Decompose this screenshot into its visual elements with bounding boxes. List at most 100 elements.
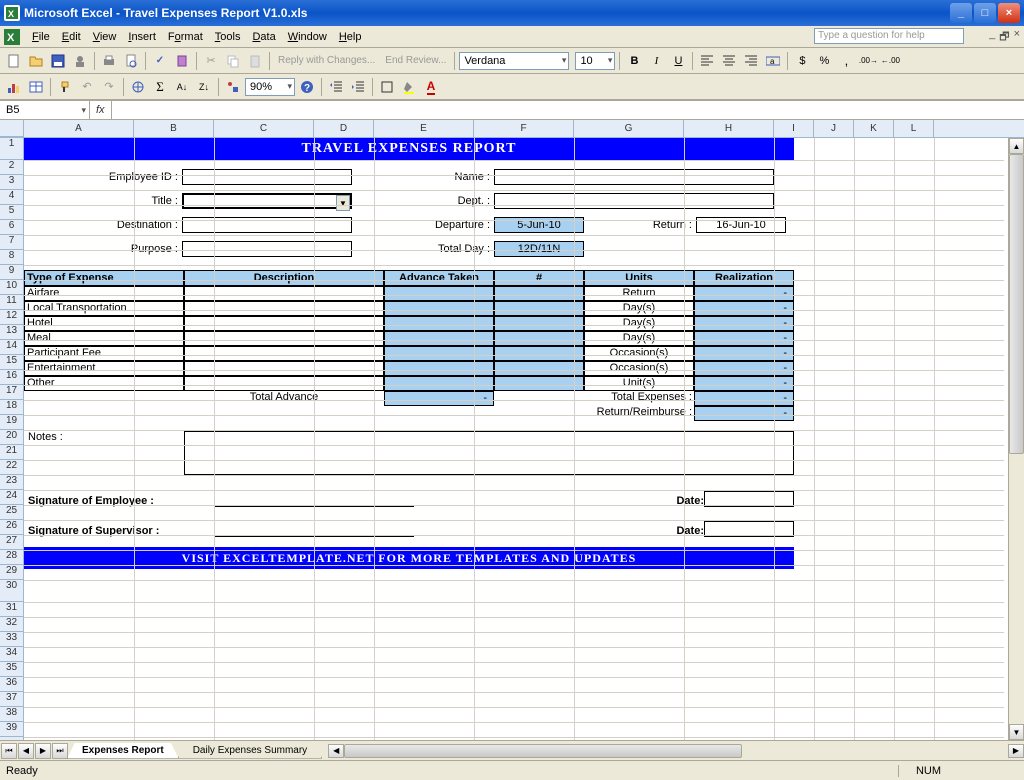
tab-daily-summary[interactable]: Daily Expenses Summary: [178, 743, 322, 759]
cell-advance[interactable]: [384, 301, 494, 316]
rowhead-17[interactable]: 17: [0, 385, 23, 400]
cell-type[interactable]: Hotel: [24, 316, 184, 331]
vertical-scrollbar[interactable]: ▲ ▼: [1008, 138, 1024, 740]
colhead-K[interactable]: K: [854, 120, 894, 137]
permissions-button[interactable]: [70, 51, 90, 71]
cell-advance[interactable]: [384, 331, 494, 346]
menu-format[interactable]: Format: [162, 29, 209, 45]
currency-button[interactable]: $: [792, 51, 812, 71]
format-painter-button[interactable]: [55, 77, 75, 97]
borders-button[interactable]: [377, 77, 397, 97]
rowhead-16[interactable]: 16: [0, 370, 23, 385]
help-button[interactable]: ?: [297, 77, 317, 97]
copy-button[interactable]: [223, 51, 243, 71]
scroll-thumb[interactable]: [1009, 154, 1024, 454]
rowhead-3[interactable]: 3: [0, 175, 23, 190]
cell-type[interactable]: Airfare: [24, 286, 184, 301]
open-button[interactable]: [26, 51, 46, 71]
rowhead-11[interactable]: 11: [0, 295, 23, 310]
decrease-indent-button[interactable]: [326, 77, 346, 97]
rowhead-5[interactable]: 5: [0, 205, 23, 220]
new-button[interactable]: [4, 51, 24, 71]
paste-button[interactable]: [245, 51, 265, 71]
save-button[interactable]: [48, 51, 68, 71]
scroll-down-button[interactable]: ▼: [1009, 724, 1024, 740]
help-search-input[interactable]: Type a question for help: [814, 28, 964, 44]
cell-type[interactable]: Local Transportation: [24, 301, 184, 316]
fill-color-button[interactable]: [399, 77, 419, 97]
align-right-button[interactable]: [741, 51, 761, 71]
end-review-button[interactable]: End Review...: [381, 55, 450, 66]
cell-advance[interactable]: [384, 361, 494, 376]
select-all-corner[interactable]: [0, 120, 24, 137]
field-dept[interactable]: [494, 193, 774, 209]
field-name[interactable]: [494, 169, 774, 185]
research-button[interactable]: [172, 51, 192, 71]
rowhead-13[interactable]: 13: [0, 325, 23, 340]
tab-nav-first[interactable]: ⏮: [1, 743, 17, 759]
rowhead-31[interactable]: 31: [0, 602, 23, 617]
drawing-button[interactable]: [223, 77, 243, 97]
maximize-button[interactable]: □: [974, 3, 996, 23]
font-size-combo[interactable]: 10: [575, 52, 615, 70]
rowhead-34[interactable]: 34: [0, 647, 23, 662]
minimize-button[interactable]: _: [950, 3, 972, 23]
rowhead-33[interactable]: 33: [0, 632, 23, 647]
hscroll-left-button[interactable]: ◀: [328, 744, 344, 758]
undo-button[interactable]: ↶: [77, 77, 97, 97]
rowhead-15[interactable]: 15: [0, 355, 23, 370]
menu-window[interactable]: Window: [282, 29, 333, 45]
rowhead-20[interactable]: 20: [0, 430, 23, 445]
rowhead-10[interactable]: 10: [0, 280, 23, 295]
underline-button[interactable]: U: [668, 51, 688, 71]
print-preview-button[interactable]: [121, 51, 141, 71]
menu-insert[interactable]: Insert: [122, 29, 162, 45]
rowhead-6[interactable]: 6: [0, 220, 23, 235]
rowhead-1[interactable]: 1: [0, 138, 23, 160]
rowhead-26[interactable]: 26: [0, 520, 23, 535]
colhead-D[interactable]: D: [314, 120, 374, 137]
field-employee-id[interactable]: [182, 169, 352, 185]
scroll-up-button[interactable]: ▲: [1009, 138, 1024, 154]
menu-edit[interactable]: Edit: [56, 29, 87, 45]
redo-button[interactable]: ↷: [99, 77, 119, 97]
colhead-L[interactable]: L: [894, 120, 934, 137]
increase-decimal-button[interactable]: .00→: [858, 51, 878, 71]
colhead-F[interactable]: F: [474, 120, 574, 137]
rowhead-8[interactable]: 8: [0, 250, 23, 265]
cell-advance[interactable]: [384, 376, 494, 391]
rowhead-14[interactable]: 14: [0, 340, 23, 355]
cell-qty[interactable]: [494, 286, 584, 301]
field-title[interactable]: ▼: [182, 193, 352, 209]
colhead-G[interactable]: G: [574, 120, 684, 137]
decrease-decimal-button[interactable]: ←.00: [880, 51, 900, 71]
rowhead-30[interactable]: 30: [0, 580, 23, 602]
doc-close-button[interactable]: ×: [1014, 28, 1020, 47]
sort-asc-button[interactable]: A↓: [172, 77, 192, 97]
rowhead-7[interactable]: 7: [0, 235, 23, 250]
colhead-C[interactable]: C: [214, 120, 314, 137]
table-button[interactable]: [26, 77, 46, 97]
rowhead-35[interactable]: 35: [0, 662, 23, 677]
menu-data[interactable]: Data: [246, 29, 281, 45]
rowhead-36[interactable]: 36: [0, 677, 23, 692]
close-button[interactable]: ×: [998, 3, 1020, 23]
cell-type[interactable]: Participant Fee: [24, 346, 184, 361]
rowhead-4[interactable]: 4: [0, 190, 23, 205]
menu-help[interactable]: Help: [333, 29, 368, 45]
rowhead-12[interactable]: 12: [0, 310, 23, 325]
cell-qty[interactable]: [494, 316, 584, 331]
cell-type[interactable]: Entertainment: [24, 361, 184, 376]
rowhead-25[interactable]: 25: [0, 505, 23, 520]
tab-nav-prev[interactable]: ◀: [18, 743, 34, 759]
rowhead-24[interactable]: 24: [0, 490, 23, 505]
align-center-button[interactable]: [719, 51, 739, 71]
align-left-button[interactable]: [697, 51, 717, 71]
spreadsheet-grid[interactable]: ABCDEFGHIJKL 123456789101112131415161718…: [0, 120, 1024, 740]
cell-type[interactable]: Other: [24, 376, 184, 391]
rowhead-2[interactable]: 2: [0, 160, 23, 175]
rowhead-28[interactable]: 28: [0, 550, 23, 565]
menu-file[interactable]: File: [26, 29, 56, 45]
bold-button[interactable]: B: [624, 51, 644, 71]
cell-advance[interactable]: [384, 286, 494, 301]
